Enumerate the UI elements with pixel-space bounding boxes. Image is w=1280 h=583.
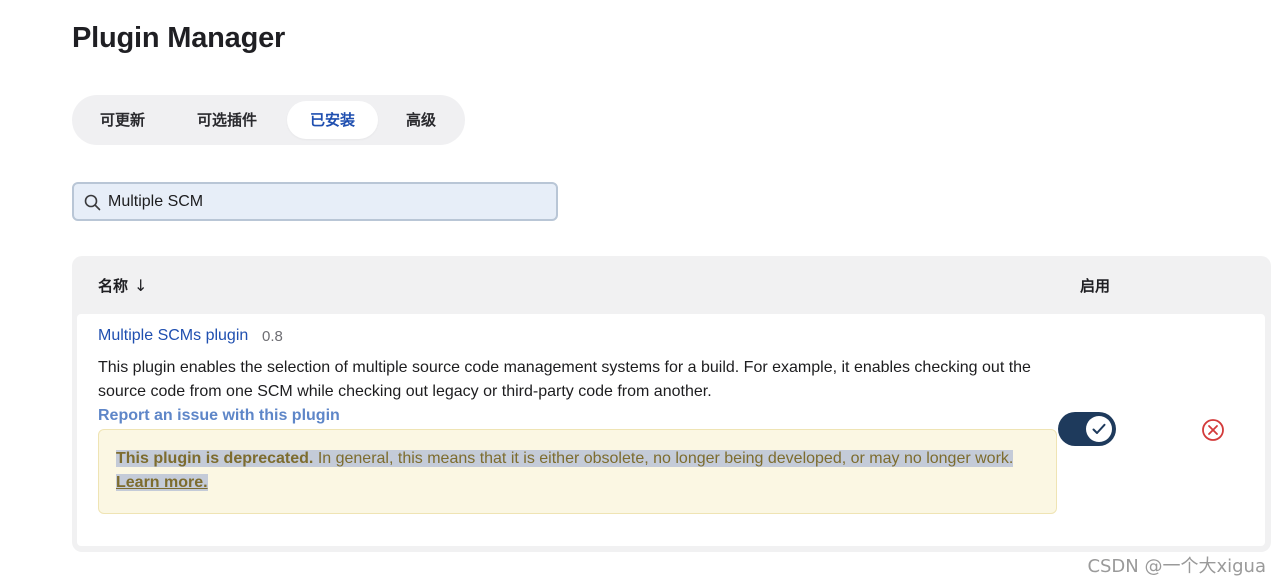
plugin-name-link[interactable]: Multiple SCMs plugin [98, 327, 248, 345]
plugins-table: 名称 ↓ 启用 Multiple SCMs plugin 0.8 This plu… [72, 256, 1271, 552]
search-input[interactable] [108, 188, 538, 215]
deprecation-warning-text: This plugin is deprecated. In general, t… [116, 447, 1041, 495]
column-header-enabled: 启用 [1080, 277, 1111, 295]
toggle-knob [1086, 416, 1112, 442]
uninstall-icon[interactable] [1201, 418, 1225, 442]
plugin-manager-page: Plugin Manager 可更新 可选插件 已安装 高级 名称 ↓ 启用 Mu… [0, 0, 1280, 583]
report-issue-link[interactable]: Report an issue with this plugin [98, 407, 340, 425]
plugin-version: 0.8 [262, 328, 283, 345]
enable-toggle[interactable] [1058, 412, 1116, 446]
deprecation-warning-body: In general, this means that it is either… [313, 450, 1014, 467]
sort-arrow-icon: ↓ [134, 276, 148, 295]
plugin-description: This plugin enables the selection of mul… [98, 359, 1031, 400]
tab-bar: 可更新 可选插件 已安装 高级 [72, 95, 465, 145]
tab-advanced[interactable]: 高级 [406, 101, 436, 139]
watermark: CSDN @一个大xigua [1087, 556, 1266, 577]
column-header-name-label: 名称 [98, 277, 129, 295]
checkmark-icon [1092, 423, 1106, 434]
learn-more-link[interactable]: Learn more. [116, 474, 208, 491]
tab-updates[interactable]: 可更新 [100, 101, 145, 139]
table-row: Multiple SCMs plugin 0.8 This plugin ena… [77, 314, 1265, 546]
column-header-name[interactable]: 名称 ↓ [98, 275, 147, 296]
tab-installed[interactable]: 已安装 [287, 101, 378, 139]
tab-available[interactable]: 可选插件 [197, 101, 257, 139]
deprecation-warning: This plugin is deprecated. In general, t… [98, 429, 1057, 514]
deprecation-warning-title: This plugin is deprecated. [116, 450, 314, 467]
search-box [72, 182, 558, 221]
page-title: Plugin Manager [72, 22, 286, 54]
search-icon [84, 194, 101, 211]
